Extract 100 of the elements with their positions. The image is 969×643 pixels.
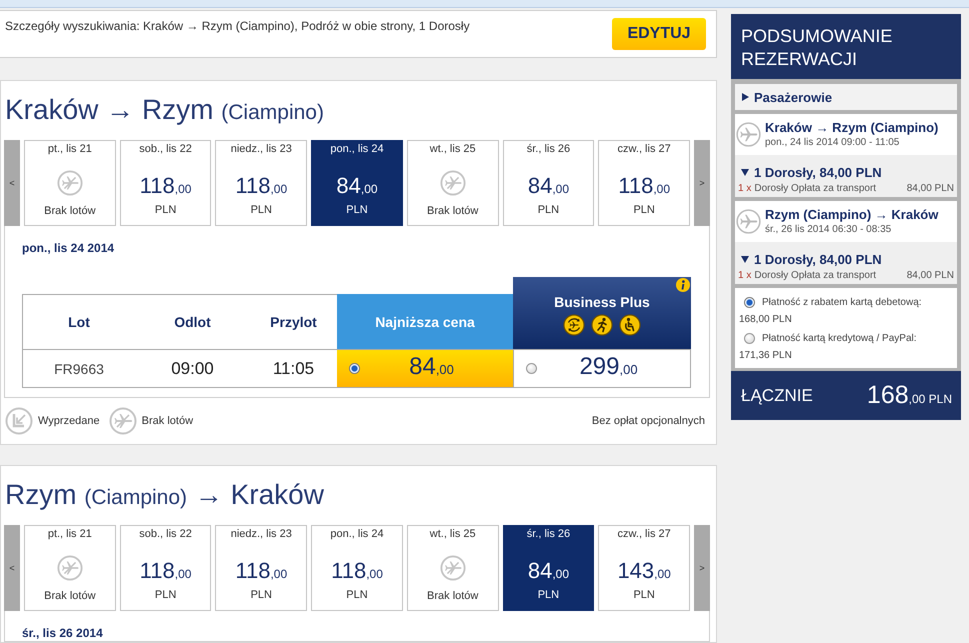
fare-cell[interactable]: 299,00	[513, 349, 691, 388]
currency-label: PLN	[538, 588, 560, 602]
day-price: 118,00	[235, 174, 288, 200]
day-tile[interactable]: sob., lis 22 118,00 PLN	[120, 525, 212, 611]
previous-days-button[interactable]: <	[4, 525, 20, 611]
day-tile[interactable]: czw., lis 27 143,00 PLN	[598, 525, 690, 611]
crossed-plane-icon	[108, 407, 137, 435]
crossed-plane-icon	[56, 170, 83, 196]
no-flights-label: Brak lotów	[44, 589, 96, 603]
currency-label: PLN	[633, 203, 655, 217]
day-label: czw., lis 27	[618, 527, 671, 541]
day-label: pon., lis 24	[330, 527, 384, 541]
departure-time-cell: 09:00	[135, 349, 250, 388]
currency-label: PLN	[250, 588, 272, 602]
fee-quantity: 1 x	[738, 270, 752, 280]
fee-label: Dorosły Opłata za transport	[754, 270, 876, 280]
day-label: pt., lis 21	[48, 142, 92, 156]
day-price: 118,00	[331, 559, 383, 585]
crossed-plane-icon	[56, 555, 83, 581]
plane-icon	[736, 122, 761, 147]
day-label: sob., lis 22	[139, 142, 192, 156]
no-flights-label: Brak lotów	[427, 589, 478, 603]
currency-label: PLN	[633, 588, 655, 602]
flight-schedule: pon., 24 lis 2014 09:00 - 11:05	[765, 136, 900, 150]
day-price: 84,00	[528, 559, 569, 585]
next-days-button[interactable]: >	[694, 140, 710, 226]
date-heading: śr., lis 26 2014	[22, 627, 103, 640]
day-tile[interactable]: sob., lis 22 118,00 PLN	[120, 140, 212, 226]
column-header: Lot	[22, 294, 135, 349]
fee-label: Dorosły Opłata za transport	[754, 182, 876, 194]
edit-button[interactable]: EDYTUJ	[612, 18, 706, 50]
day-tile[interactable]: niedz., lis 23 118,00 PLN	[215, 525, 308, 611]
date-heading: pon., lis 24 2014	[22, 242, 114, 255]
day-price: 118,00	[140, 559, 192, 585]
day-label: pt., lis 21	[48, 527, 92, 541]
day-tile[interactable]: wt., lis 25 Brak lotów	[406, 525, 499, 611]
currency-label: PLN	[250, 203, 272, 217]
currency-label: PLN	[346, 203, 368, 217]
crossed-plane-icon	[440, 170, 466, 196]
flight-number-cell: FR9663	[22, 349, 135, 388]
payment-amount: 171,36 PLN	[739, 349, 792, 363]
day-price: 84,00	[336, 174, 378, 200]
day-tile[interactable]: niedz., lis 23 118,00 PLN	[215, 140, 308, 226]
day-price: 118,00	[618, 174, 670, 200]
info-icon[interactable]	[676, 278, 690, 292]
day-tile[interactable]: pt., lis 21 Brak lotów	[24, 140, 116, 226]
total-label: ŁĄCZNIE	[741, 386, 813, 406]
fee-amount: 84,00 PLN	[906, 270, 954, 280]
running-person-icon	[591, 314, 613, 336]
payment-option-label: Płatność kartą kredytową / PayPal:	[762, 332, 917, 344]
day-tile[interactable]: śr., lis 26 84,00 PLN	[502, 140, 594, 226]
day-label: niedz., lis 23	[230, 142, 292, 156]
payment-option-label: Płatność z rabatem kartą debetową:	[762, 296, 922, 308]
summary-header: PODSUMOWANIE REZERWACJI	[731, 14, 961, 79]
passenger-group-toggle[interactable]: 1 Dorosły, 84,00 PLN	[738, 164, 882, 180]
flight-route: Rzym (Ciampino) → Kraków	[765, 207, 938, 223]
radio-button[interactable]	[349, 363, 360, 374]
fees-note: Bez opłat opcjonalnych	[592, 415, 705, 427]
route-title: Kraków → Rzym (Ciampino)	[4, 93, 324, 127]
passenger-group-toggle[interactable]: 1 Dorosły, 84,00 PLN	[738, 251, 882, 267]
previous-days-button[interactable]: <	[4, 140, 20, 226]
currency-label: PLN	[538, 203, 560, 217]
day-tile[interactable]: pt., lis 21 Brak lotów	[24, 525, 116, 611]
payment-amount: 168,00 PLN	[739, 313, 792, 327]
radio-button[interactable]	[744, 296, 755, 308]
currency-label: PLN	[346, 588, 368, 602]
crossed-plane-icon	[440, 555, 466, 581]
fare-column-header: Najniższa cena	[337, 294, 513, 349]
radio-button[interactable]	[526, 363, 537, 374]
fee-amount: 84,00 PLN	[906, 182, 954, 194]
passengers-toggle[interactable]: Pasażerowie	[735, 84, 957, 110]
next-days-button[interactable]: >	[694, 525, 710, 611]
fare-price: 84,00	[408, 352, 455, 382]
day-tile[interactable]: wt., lis 25 Brak lotów	[406, 140, 499, 226]
fee-quantity: 1 x	[738, 182, 752, 194]
day-label: wt., lis 25	[430, 142, 476, 156]
fare-column-title: Business Plus	[554, 294, 650, 310]
day-tile[interactable]: czw., lis 27 118,00 PLN	[598, 140, 690, 226]
day-label: sob., lis 22	[139, 527, 192, 541]
day-price: 118,00	[235, 559, 288, 585]
no-flights-label: Brak lotów	[427, 204, 478, 218]
currency-label: PLN	[154, 588, 176, 602]
total-amount: 168,00 PLN	[866, 381, 952, 410]
day-tile[interactable]: śr., lis 26 84,00 PLN	[502, 525, 594, 611]
day-price: 84,00	[528, 174, 569, 200]
plane-arrows-icon	[563, 314, 585, 336]
day-tile[interactable]: pon., lis 24 118,00 PLN	[311, 525, 403, 611]
fare-price: 299,00	[578, 352, 639, 382]
day-label: śr., lis 26	[526, 142, 570, 156]
day-label: śr., lis 26	[526, 527, 570, 541]
day-price: 118,00	[140, 174, 192, 200]
no-flights-label: Brak lotów	[44, 204, 96, 218]
route-title: Rzym (Ciampino) → Kraków	[4, 478, 324, 512]
day-label: czw., lis 27	[618, 142, 671, 156]
legend-label: Wyprzedane	[38, 415, 100, 427]
day-tile[interactable]: pon., lis 24 84,00 PLN	[311, 140, 403, 226]
legend-label: Brak lotów	[142, 415, 194, 427]
radio-button[interactable]	[744, 332, 755, 344]
fare-cell[interactable]: 84,00	[337, 349, 513, 388]
day-label: wt., lis 25	[430, 527, 476, 541]
